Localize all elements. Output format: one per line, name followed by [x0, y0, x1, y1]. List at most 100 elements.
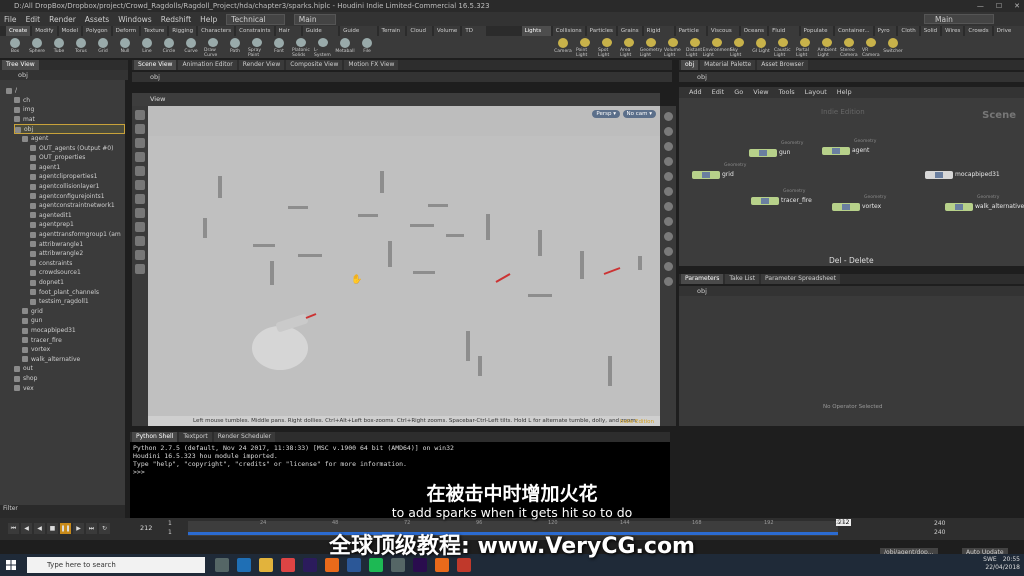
network-menu-item[interactable]: Help — [837, 87, 852, 98]
handle-tool-icon[interactable] — [135, 166, 145, 176]
shelf-tool-right[interactable]: Environment Light — [703, 36, 731, 58]
tree-item[interactable]: mat — [14, 115, 125, 125]
shell-tab[interactable]: Render Scheduler — [213, 432, 276, 442]
network-menu-item[interactable]: Add — [689, 87, 702, 98]
task-view-icon[interactable] — [215, 558, 229, 572]
shelf-tool[interactable]: Path — [226, 36, 244, 58]
shelf-tool[interactable]: Line — [138, 36, 156, 58]
shelf-tab[interactable]: Guide Brushes — [340, 26, 377, 42]
tree-item[interactable]: / — [6, 86, 125, 96]
shelf-tool[interactable]: Font — [270, 36, 288, 58]
snap-icon[interactable] — [135, 208, 145, 218]
shelf-tab[interactable]: Constraints — [236, 26, 274, 36]
ghost-icon[interactable] — [663, 202, 673, 211]
shelf-tab[interactable]: Modify — [32, 26, 57, 36]
param-tab[interactable]: Take List — [725, 274, 760, 284]
shelf-tab[interactable]: Rigging — [169, 26, 197, 36]
shelf-tab-right[interactable]: Populate C... — [800, 26, 833, 42]
shell-tab[interactable]: Textport — [179, 432, 212, 442]
shelf-tool-right[interactable]: Stereo Camera — [840, 36, 858, 58]
shelf-tool[interactable]: Grid — [94, 36, 112, 58]
end-frame-field[interactable]: 240 — [934, 520, 945, 527]
normals-icon[interactable] — [663, 187, 673, 196]
camera-icon[interactable] — [663, 232, 673, 241]
tree-item[interactable]: agentcliproperties1 — [30, 172, 125, 182]
shelf-tool[interactable]: Sphere — [28, 36, 46, 58]
tree-item[interactable]: agenttransformgroup1 (am — [30, 230, 125, 240]
tree-item[interactable]: OUT_properties — [30, 153, 125, 163]
shelf-tool-right[interactable]: GI Light — [752, 36, 770, 58]
tree-item[interactable]: tracer_fire — [22, 336, 125, 346]
wire-icon[interactable] — [663, 157, 673, 166]
tree-path[interactable]: obj — [0, 70, 128, 80]
shelf-tool-right[interactable]: Ambient Light — [818, 36, 836, 58]
scene-viewport[interactable]: Persp ▾ No cam ▾ ✋ Left mouse tumbles. M… — [148, 106, 660, 426]
network-menu-item[interactable]: Tools — [779, 87, 795, 98]
tree-item[interactable]: obj — [14, 124, 125, 134]
chrome-icon[interactable] — [281, 558, 295, 572]
shelf-tool-right[interactable]: VR Camera — [862, 36, 880, 58]
shelf-tab-right[interactable]: Pyro FX — [874, 26, 897, 42]
word-icon[interactable] — [347, 558, 361, 572]
maximize-icon[interactable]: ☐ — [996, 0, 1002, 12]
network-node[interactable]: Geometry walk_alternative — [945, 195, 1024, 211]
tree-item[interactable]: OUT_agents (Output #0) — [30, 144, 125, 154]
shelf-tool-right[interactable]: Portal Light — [796, 36, 814, 58]
network-node[interactable]: Geometry grid — [692, 163, 746, 179]
tree-item[interactable]: agentprep1 — [30, 220, 125, 230]
shelf-tool[interactable]: Tube — [50, 36, 68, 58]
param-tab[interactable]: Parameters — [681, 274, 724, 284]
shelf-tab-right[interactable]: Container... — [834, 26, 873, 36]
tab-tree-view[interactable]: Tree View — [2, 60, 39, 70]
shelf-tool-right[interactable]: Area Light — [620, 36, 638, 58]
shelf-tab[interactable]: Create — [6, 26, 31, 36]
grid-icon[interactable] — [663, 217, 673, 226]
shelf-tool[interactable]: Curve — [182, 36, 200, 58]
shelf-tab-right[interactable]: Oceans — [740, 26, 768, 36]
param-tab[interactable]: Parameter Spreadsheet — [761, 274, 840, 284]
network-node[interactable]: Geometry gun — [749, 141, 803, 157]
desktop-select[interactable]: Technical — [226, 13, 285, 25]
tree-item[interactable]: mocapbiped31 — [22, 326, 125, 336]
tree-item[interactable]: walk_alternative — [22, 355, 125, 365]
network-node[interactable]: mocapbiped31 — [925, 170, 1000, 179]
viewport-tab[interactable]: Composite View — [286, 60, 343, 70]
tree-item[interactable]: agentedit1 — [30, 211, 125, 221]
shelf-tool-right[interactable]: Caustic Light — [774, 36, 792, 58]
shelf-tab-right[interactable]: Particles — [586, 26, 616, 36]
network-node[interactable]: Geometry vortex — [832, 195, 886, 211]
minimize-icon[interactable]: — — [977, 0, 984, 12]
shelf-tab[interactable]: Volume — [433, 26, 461, 36]
tree-item[interactable]: dopnet1 — [30, 278, 125, 288]
close-icon[interactable]: ✕ — [1014, 0, 1020, 12]
menu-redshift[interactable]: Redshift — [161, 15, 191, 24]
menu-edit[interactable]: Edit — [26, 15, 41, 24]
shelf-tab-right[interactable]: Particle Fl... — [675, 26, 706, 42]
select-tool-icon[interactable] — [135, 110, 145, 120]
shelf-tab[interactable]: Deform — [112, 26, 140, 36]
shelf-tab[interactable]: Model — [58, 26, 82, 36]
param-path[interactable]: obj — [679, 286, 1024, 296]
spotify-icon[interactable] — [369, 558, 383, 572]
network-menu-item[interactable]: Layout — [805, 87, 827, 98]
render-region-icon[interactable] — [663, 247, 673, 256]
tree-item[interactable]: attribwrangle1 — [30, 240, 125, 250]
shelf-tab-right[interactable]: Wires — [942, 26, 964, 36]
tree-item[interactable]: grid — [22, 307, 125, 317]
tree-item[interactable]: agent — [22, 134, 125, 144]
shelf-tab[interactable]: TD Tools — [462, 26, 486, 42]
display-icon[interactable] — [135, 250, 145, 260]
shelf-tool-right[interactable]: Distant Light — [686, 36, 704, 58]
viewport-tab[interactable]: Motion FX View — [344, 60, 399, 70]
snapshot-icon[interactable] — [663, 277, 673, 286]
shelf-tool-right[interactable]: Switcher — [883, 36, 903, 58]
shelf-tab[interactable]: Polygon — [83, 26, 111, 36]
shelf-tab-right[interactable]: Solid — [920, 26, 941, 36]
shelf-tab-right[interactable]: Drive Sim... — [993, 26, 1024, 42]
shelf-tool[interactable]: Draw Curve — [204, 36, 222, 58]
viewport-tab[interactable]: Render View — [238, 60, 285, 70]
tree-item[interactable]: agentcollisionlayer1 — [30, 182, 125, 192]
houdini-icon-2[interactable] — [435, 558, 449, 572]
rotate-tool-icon[interactable] — [135, 138, 145, 148]
points-icon[interactable] — [663, 172, 673, 181]
